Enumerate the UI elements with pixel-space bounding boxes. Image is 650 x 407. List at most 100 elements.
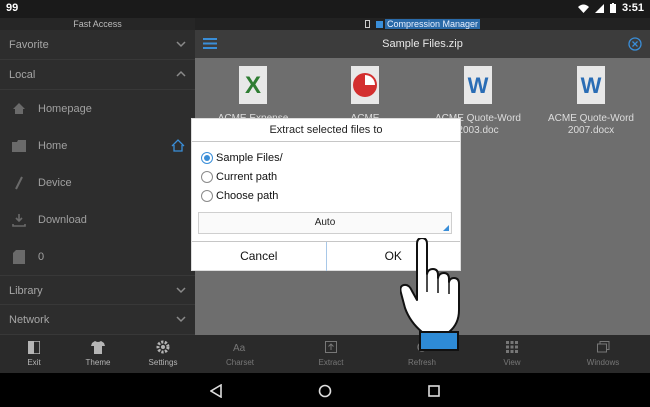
windows-button[interactable]: Windows xyxy=(573,339,633,367)
signal-icon xyxy=(594,3,604,13)
theme-button[interactable]: Theme xyxy=(68,339,128,367)
sidebar-section-favorite[interactable]: Favorite xyxy=(0,30,195,60)
exit-label: Exit xyxy=(27,358,41,367)
page-title: Sample Files.zip xyxy=(382,38,463,50)
file-item[interactable]: X ACME Expense xyxy=(203,66,303,125)
word-icon: W xyxy=(464,66,492,104)
dropdown-corner-icon xyxy=(443,225,449,231)
sidebar-section-label: Favorite xyxy=(9,39,49,51)
sidebar-section-label: Network xyxy=(9,314,50,326)
radio-icon[interactable] xyxy=(201,170,213,183)
sd-card-icon xyxy=(12,249,26,264)
bottom-action-bar: Exit Theme Settings Aa Charset Extract R… xyxy=(0,335,650,373)
option-current-path[interactable]: Current path xyxy=(192,167,460,186)
option-label: Choose path xyxy=(216,189,279,202)
home-nav-button[interactable] xyxy=(315,381,335,401)
option-label: Sample Files/ xyxy=(216,151,283,164)
encoding-select[interactable]: Auto xyxy=(198,212,452,234)
settings-label: Settings xyxy=(148,358,178,367)
sidebar-section-library[interactable]: Library xyxy=(0,275,195,305)
home-circle-icon xyxy=(318,384,332,398)
file-name-line2: 2007.docx xyxy=(567,125,615,136)
main-header: Compression Manager xyxy=(195,18,650,30)
sidebar-section-local[interactable]: Local xyxy=(0,60,195,90)
compression-manager-icon xyxy=(375,21,383,28)
folder-icon xyxy=(12,139,26,153)
svg-text:W: W xyxy=(581,73,602,98)
home-icon xyxy=(12,102,26,116)
option-sample-files[interactable]: Sample Files/ xyxy=(192,148,460,167)
shirt-icon xyxy=(91,340,105,354)
sidebar-item-label: Download xyxy=(38,213,87,226)
home-outline-icon[interactable] xyxy=(171,139,185,152)
battery-icon xyxy=(609,3,616,13)
option-choose-path[interactable]: Choose path xyxy=(192,186,460,205)
cancel-button[interactable]: Cancel xyxy=(192,242,326,271)
svg-text:Aa: Aa xyxy=(233,343,246,353)
windows-label: Windows xyxy=(586,358,620,367)
compression-manager-label: Compression Manager xyxy=(384,19,481,29)
sidebar: Fast Access Favorite Local Homepage Home… xyxy=(0,18,195,335)
sidebar-item-label: Home xyxy=(38,139,68,152)
word-icon: W xyxy=(577,66,605,104)
back-button[interactable] xyxy=(206,381,226,401)
sidebar-item-label: Device xyxy=(38,176,72,189)
view-button[interactable]: View xyxy=(482,339,542,367)
sidebar-title: Fast Access xyxy=(0,18,195,30)
excel-icon: X xyxy=(239,66,267,104)
extract-icon xyxy=(325,341,337,353)
sidebar-item-label: 0 xyxy=(38,250,45,263)
sidebar-item-download[interactable]: Download xyxy=(0,201,195,238)
theme-label: Theme xyxy=(85,358,111,367)
slash-icon xyxy=(12,176,26,190)
phone-icon xyxy=(364,20,370,28)
toolbar: Sample Files.zip xyxy=(195,30,650,58)
chevron-down-icon xyxy=(176,287,186,294)
status-left-text: 99 xyxy=(6,2,19,14)
recents-icon xyxy=(428,385,440,397)
file-name: ACME Quote-Word xyxy=(548,113,634,124)
svg-text:W: W xyxy=(468,73,489,98)
status-bar: 99 3:51 xyxy=(0,0,650,18)
sidebar-item-home[interactable]: Home xyxy=(0,127,195,164)
view-label: View xyxy=(503,358,521,367)
sidebar-section-network[interactable]: Network xyxy=(0,305,195,335)
svg-text:X: X xyxy=(245,72,261,99)
settings-button[interactable]: Settings xyxy=(133,339,193,367)
sidebar-section-label: Local xyxy=(9,69,36,81)
file-item[interactable]: W ACME Quote-Word 2007.docx xyxy=(541,66,641,137)
sidebar-item-homepage[interactable]: Homepage xyxy=(0,90,195,127)
radio-selected-icon[interactable] xyxy=(201,151,213,164)
extract-label: Extract xyxy=(318,358,344,367)
wifi-icon xyxy=(577,4,589,13)
option-label: Current path xyxy=(216,170,278,183)
gear-icon xyxy=(156,340,170,354)
charset-button[interactable]: Aa Charset xyxy=(210,339,270,367)
charset-label: Charset xyxy=(225,358,254,367)
chevron-up-icon xyxy=(176,70,186,77)
file-item[interactable]: ACME xyxy=(315,66,415,125)
system-nav-bar xyxy=(0,373,650,407)
sidebar-item-label: Homepage xyxy=(38,102,92,115)
back-icon xyxy=(210,384,222,398)
extract-button[interactable]: Extract xyxy=(301,339,361,367)
download-icon xyxy=(12,213,26,227)
sidebar-item-device[interactable]: Device xyxy=(0,164,195,201)
close-icon[interactable] xyxy=(628,37,642,51)
select-value: Auto xyxy=(314,217,336,228)
radio-icon[interactable] xyxy=(201,189,213,202)
chevron-down-icon xyxy=(176,41,186,48)
pointing-hand-icon xyxy=(400,238,460,351)
sidebar-section-label: Library xyxy=(9,285,43,297)
exit-button[interactable]: Exit xyxy=(4,339,64,367)
refresh-label: Refresh xyxy=(407,358,436,367)
recents-button[interactable] xyxy=(424,381,444,401)
exit-icon xyxy=(28,340,40,354)
chart-icon xyxy=(351,66,379,104)
grid-view-icon xyxy=(506,341,518,353)
sidebar-item-sd-card[interactable]: 0 xyxy=(0,238,195,275)
windows-icon xyxy=(596,341,609,353)
charset-icon: Aa xyxy=(233,343,246,353)
status-time: 3:51 xyxy=(621,2,644,14)
dialog-title: Extract selected files to xyxy=(192,119,460,142)
